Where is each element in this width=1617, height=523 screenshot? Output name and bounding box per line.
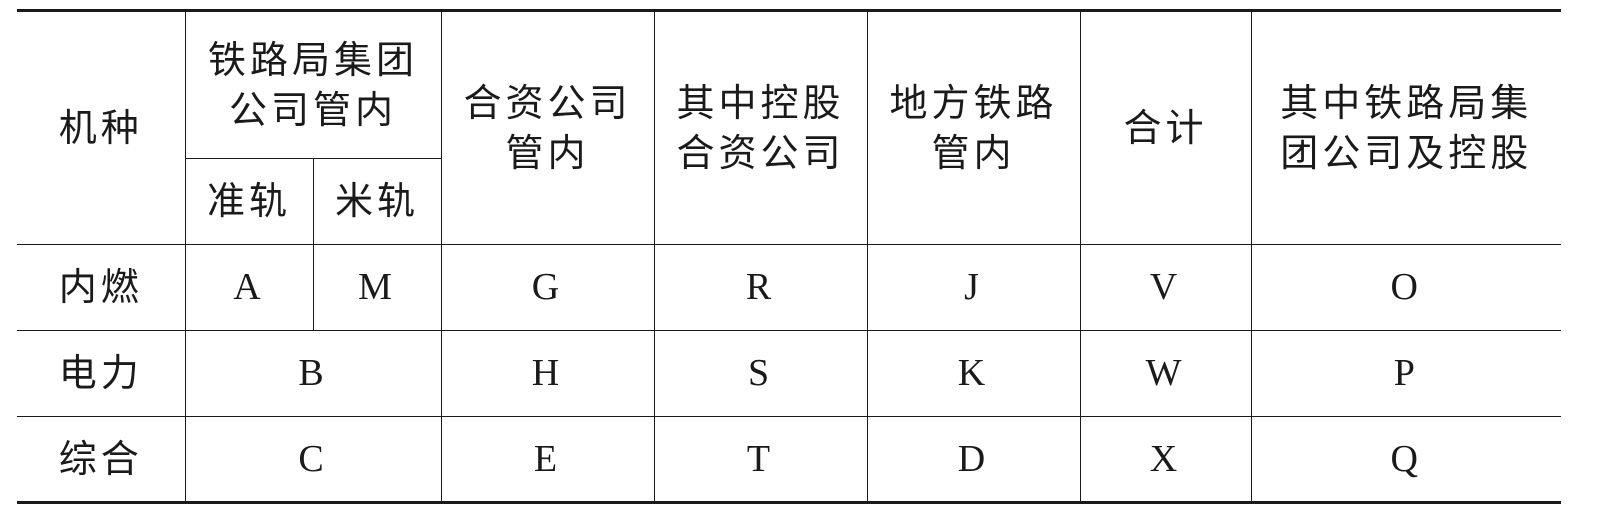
header-meter-gauge: 米轨 bbox=[312, 158, 442, 245]
cell-local-railway: J bbox=[866, 244, 1081, 331]
cell-railway-group: B bbox=[184, 330, 442, 417]
header-joint-venture: 合资公司 管内 bbox=[440, 10, 655, 245]
locomotive-code-table: 机种 铁路局集团 公司管内 合资公司 管内 其中控股 合资公司 地方铁路 管内 … bbox=[17, 9, 1562, 504]
cell-controlled-jv: S bbox=[653, 330, 868, 417]
cell-local-railway: K bbox=[866, 330, 1081, 417]
cell-total: V bbox=[1079, 244, 1252, 331]
cell-joint-venture: E bbox=[440, 416, 655, 503]
row-type-label: 内燃 bbox=[17, 244, 186, 331]
header-railway-group-line1: 铁路局集团 bbox=[208, 37, 419, 82]
header-local-line2: 管内 bbox=[931, 131, 1016, 175]
row-type-label: 综合 bbox=[17, 416, 186, 503]
header-jv-line2: 管内 bbox=[505, 131, 590, 175]
header-railway-group-line2: 公司管内 bbox=[229, 88, 398, 132]
header-jv-line1: 合资公司 bbox=[463, 80, 632, 125]
header-controlled-jv: 其中控股 合资公司 bbox=[653, 10, 868, 245]
row-type-label: 电力 bbox=[17, 330, 186, 417]
header-row-1: 机种 铁路局集团 公司管内 合资公司 管内 其中控股 合资公司 地方铁路 管内 … bbox=[17, 10, 1562, 245]
table-container: 机种 铁路局集团 公司管内 合资公司 管内 其中控股 合资公司 地方铁路 管内 … bbox=[17, 9, 1562, 504]
cell-total: W bbox=[1079, 330, 1252, 417]
header-group-controlled-line1: 其中铁路局集 bbox=[1280, 80, 1533, 125]
cell-group-controlled: O bbox=[1250, 244, 1562, 331]
cell-local-railway: D bbox=[866, 416, 1081, 503]
header-group-and-controlled: 其中铁路局集 团公司及控股 bbox=[1250, 10, 1562, 245]
table-row-electric: 电力 B H S K W P bbox=[17, 330, 1562, 417]
header-local-railway: 地方铁路 管内 bbox=[866, 10, 1081, 245]
header-controlled-jv-line2: 合资公司 bbox=[676, 131, 845, 175]
header-total: 合计 bbox=[1079, 10, 1252, 245]
header-controlled-jv-line1: 其中控股 bbox=[676, 80, 845, 125]
cell-controlled-jv: R bbox=[653, 244, 868, 331]
cell-standard-gauge: A bbox=[184, 244, 314, 331]
cell-railway-group: C bbox=[184, 416, 442, 503]
cell-group-controlled: P bbox=[1250, 330, 1562, 417]
header-local-line1: 地方铁路 bbox=[889, 80, 1058, 125]
cell-total: X bbox=[1079, 416, 1252, 503]
cell-group-controlled: Q bbox=[1250, 416, 1562, 503]
cell-controlled-jv: T bbox=[653, 416, 868, 503]
cell-joint-venture: G bbox=[440, 244, 655, 331]
header-group-controlled-line2: 团公司及控股 bbox=[1280, 131, 1533, 175]
cell-joint-venture: H bbox=[440, 330, 655, 417]
header-standard-gauge: 准轨 bbox=[185, 158, 314, 245]
table-row-diesel: 内燃 A M G R J V O bbox=[17, 244, 1562, 331]
header-railway-group: 铁路局集团 公司管内 bbox=[184, 10, 442, 159]
cell-meter-gauge: M bbox=[312, 244, 442, 331]
header-type: 机种 bbox=[17, 10, 186, 245]
table-row-combined: 综合 C E T D X Q bbox=[17, 416, 1562, 503]
